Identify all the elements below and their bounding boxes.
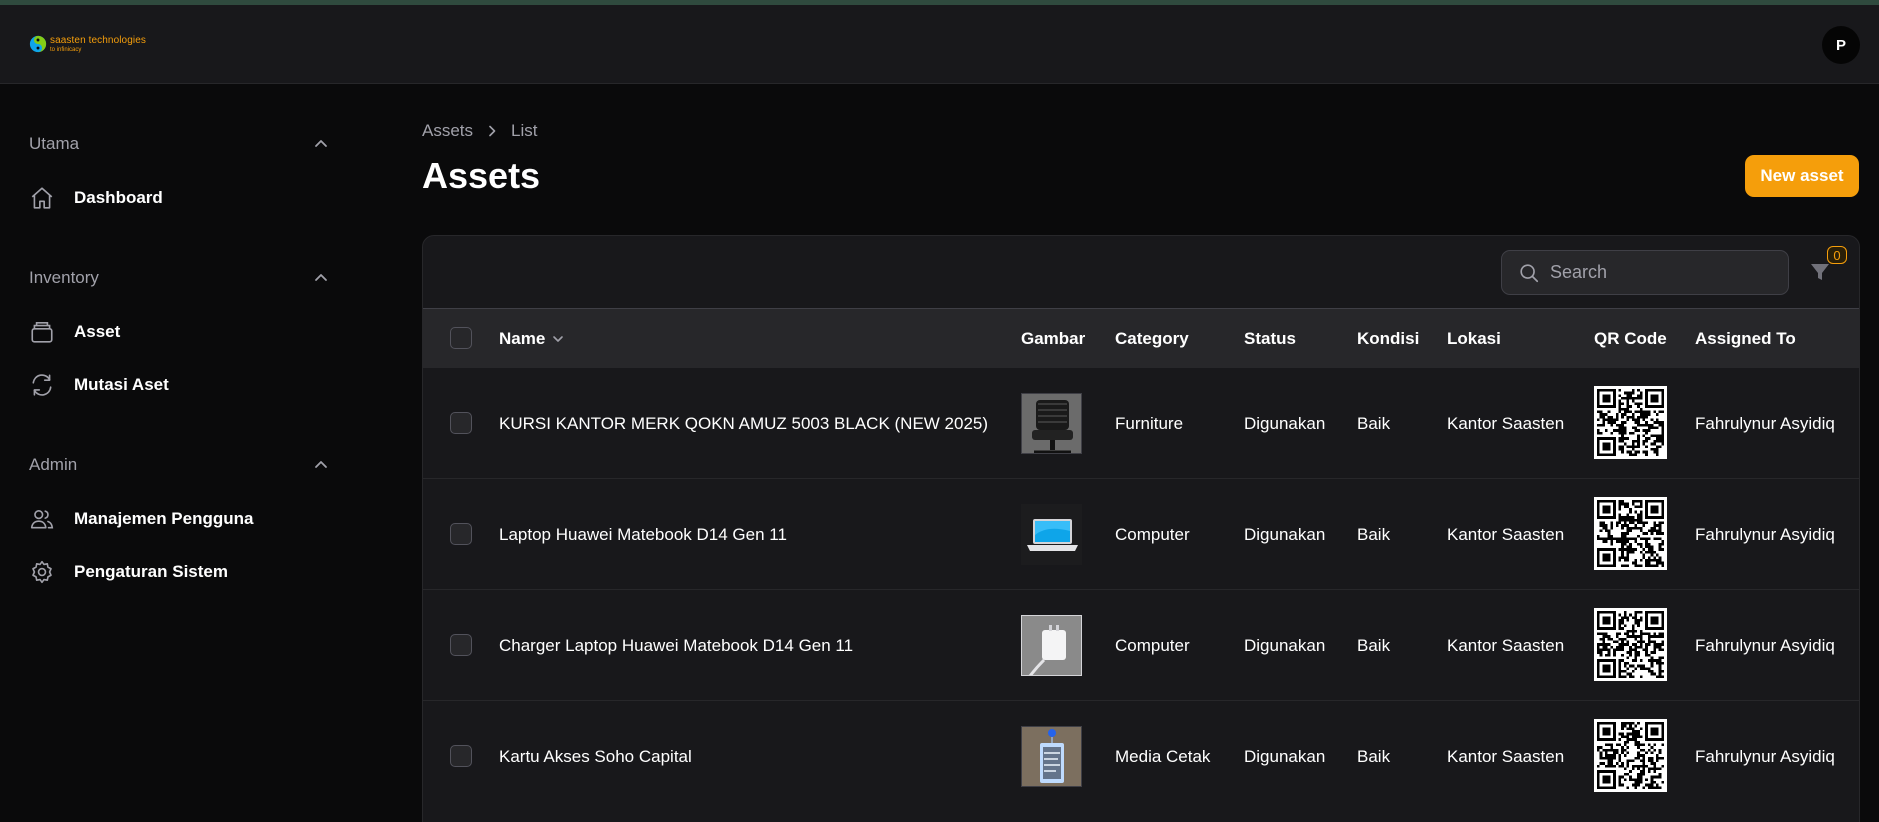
chevron-up-icon bbox=[315, 461, 327, 468]
home-icon bbox=[29, 185, 55, 211]
column-header-label: Name bbox=[499, 328, 546, 348]
asset-image-charger[interactable] bbox=[1021, 615, 1082, 676]
chevron-up-icon bbox=[315, 274, 327, 281]
top-bar: saasten technologies to infinicacy P bbox=[0, 5, 1879, 84]
table-row[interactable]: Charger Laptop Huawei Matebook D14 Gen 1… bbox=[423, 589, 1859, 701]
asset-lokasi: Kantor Saasten bbox=[1447, 635, 1565, 655]
sidebar-item-label: Dashboard bbox=[74, 188, 163, 207]
chevron-right-icon bbox=[489, 125, 496, 137]
column-header-qr-code: QR Code bbox=[1594, 328, 1667, 348]
column-header-assigned-to: Assigned To bbox=[1695, 328, 1796, 348]
sidebar-item-dashboard[interactable]: Dashboard bbox=[29, 182, 329, 214]
row-checkbox[interactable] bbox=[450, 412, 472, 434]
asset-category: Furniture bbox=[1115, 413, 1184, 433]
sidebar-item-label: Mutasi Aset bbox=[74, 375, 169, 394]
filter-button[interactable] bbox=[1808, 260, 1832, 284]
asset-lokasi: Kantor Saasten bbox=[1447, 413, 1565, 433]
breadcrumb-current: List bbox=[511, 121, 538, 140]
asset-category: Computer bbox=[1115, 524, 1190, 544]
asset-kondisi: Baik bbox=[1357, 413, 1391, 433]
users-icon bbox=[29, 506, 55, 532]
asset-image-laptop[interactable] bbox=[1021, 504, 1082, 565]
asset-assigned-to: Fahrulynur Asyidiq bbox=[1695, 746, 1835, 766]
chevron-down-icon bbox=[553, 335, 564, 342]
brand-tagline: to infinicacy bbox=[50, 46, 82, 53]
sidebar-item-manajemen-pengguna[interactable]: Manajemen Pengguna bbox=[29, 503, 329, 535]
qr-code-image[interactable] bbox=[1594, 497, 1667, 570]
page-title: Assets bbox=[422, 155, 541, 196]
asset-assigned-to: Fahrulynur Asyidiq bbox=[1695, 524, 1835, 544]
box-icon bbox=[29, 319, 55, 345]
asset-kondisi: Baik bbox=[1357, 746, 1391, 766]
sidebar-item-label: Manajemen Pengguna bbox=[74, 509, 254, 528]
column-header-lokasi: Lokasi bbox=[1447, 328, 1501, 348]
asset-assigned-to: Fahrulynur Asyidiq bbox=[1695, 413, 1835, 433]
asset-kondisi: Baik bbox=[1357, 635, 1391, 655]
table-row[interactable]: Laptop Huawei Matebook D14 Gen 11 Comput… bbox=[423, 478, 1859, 590]
sidebar-item-asset[interactable]: Asset bbox=[29, 316, 329, 348]
sidebar-item-mutasi-aset[interactable]: Mutasi Aset bbox=[29, 369, 329, 401]
breadcrumb: Assets List bbox=[422, 121, 538, 141]
table-header-row: Name Gambar Category Status Kondisi Loka… bbox=[423, 308, 1859, 368]
asset-name[interactable]: Laptop Huawei Matebook D14 Gen 11 bbox=[499, 479, 787, 590]
refresh-icon bbox=[29, 372, 55, 398]
column-header-gambar: Gambar bbox=[1021, 328, 1086, 348]
logo-mark-icon bbox=[29, 35, 47, 53]
asset-image-chair[interactable] bbox=[1021, 393, 1082, 454]
search-box[interactable] bbox=[1501, 250, 1789, 295]
asset-name[interactable]: KURSI KANTOR MERK QOKN AMUZ 5003 BLACK (… bbox=[499, 368, 988, 479]
asset-lokasi: Kantor Saasten bbox=[1447, 524, 1565, 544]
qr-code-image[interactable] bbox=[1594, 719, 1667, 792]
asset-status: Digunakan bbox=[1244, 524, 1326, 544]
row-checkbox[interactable] bbox=[450, 634, 472, 656]
filter-icon bbox=[1811, 264, 1829, 280]
asset-image-access-card[interactable] bbox=[1021, 726, 1082, 787]
asset-status: Digunakan bbox=[1244, 635, 1326, 655]
asset-status: Digunakan bbox=[1244, 746, 1326, 766]
asset-category: Computer bbox=[1115, 635, 1190, 655]
table-row[interactable]: KURSI KANTOR MERK QOKN AMUZ 5003 BLACK (… bbox=[423, 367, 1859, 479]
asset-name[interactable]: Charger Laptop Huawei Matebook D14 Gen 1… bbox=[499, 590, 853, 701]
filter-count-badge: 0 bbox=[1827, 246, 1847, 264]
breadcrumb-assets-link[interactable]: Assets bbox=[422, 121, 473, 141]
row-checkbox[interactable] bbox=[450, 523, 472, 545]
column-header-name[interactable]: Name bbox=[499, 309, 565, 368]
row-checkbox[interactable] bbox=[450, 745, 472, 767]
asset-category: Media Cetak bbox=[1115, 746, 1211, 766]
user-avatar[interactable]: P bbox=[1822, 26, 1860, 64]
sidebar-group-label: Utama bbox=[29, 134, 80, 153]
column-header-category: Category bbox=[1115, 328, 1189, 348]
gear-icon bbox=[29, 559, 55, 585]
assets-table-card: 0 Name Gambar Category Status Kondisi Lo… bbox=[422, 235, 1860, 822]
asset-assigned-to: Fahrulynur Asyidiq bbox=[1695, 635, 1835, 655]
select-all-checkbox[interactable] bbox=[450, 327, 472, 349]
asset-kondisi: Baik bbox=[1357, 524, 1391, 544]
chevron-up-icon bbox=[315, 140, 327, 147]
column-header-kondisi: Kondisi bbox=[1357, 328, 1420, 348]
qr-code-image[interactable] bbox=[1594, 386, 1667, 459]
sidebar-group-admin[interactable]: Admin bbox=[29, 453, 329, 477]
sidebar-item-label: Pengaturan Sistem bbox=[74, 562, 228, 581]
new-asset-button[interactable]: New asset bbox=[1745, 155, 1859, 197]
asset-name[interactable]: Kartu Akses Soho Capital bbox=[499, 701, 692, 812]
sidebar-group-inventory[interactable]: Inventory bbox=[29, 266, 329, 290]
sidebar-group-label: Admin bbox=[29, 455, 78, 474]
sidebar-item-pengaturan-sistem[interactable]: Pengaturan Sistem bbox=[29, 556, 329, 588]
qr-code-image[interactable] bbox=[1594, 608, 1667, 681]
brand-name: saasten technologies bbox=[50, 34, 146, 46]
asset-lokasi: Kantor Saasten bbox=[1447, 746, 1565, 766]
search-icon bbox=[1520, 263, 1539, 282]
sidebar-group-utama[interactable]: Utama bbox=[29, 132, 329, 156]
brand-logo[interactable]: saasten technologies to infinicacy bbox=[29, 35, 146, 53]
sidebar: Utama Dashboard Inventory Asset Mutasi A… bbox=[0, 85, 360, 822]
column-header-status: Status bbox=[1244, 328, 1296, 348]
sidebar-group-label: Inventory bbox=[29, 268, 99, 287]
table-row[interactable]: Kartu Akses Soho Capital Media Cetak Dig… bbox=[423, 700, 1859, 812]
sidebar-item-label: Asset bbox=[74, 322, 121, 341]
asset-status: Digunakan bbox=[1244, 413, 1326, 433]
search-input[interactable] bbox=[1550, 262, 1770, 283]
